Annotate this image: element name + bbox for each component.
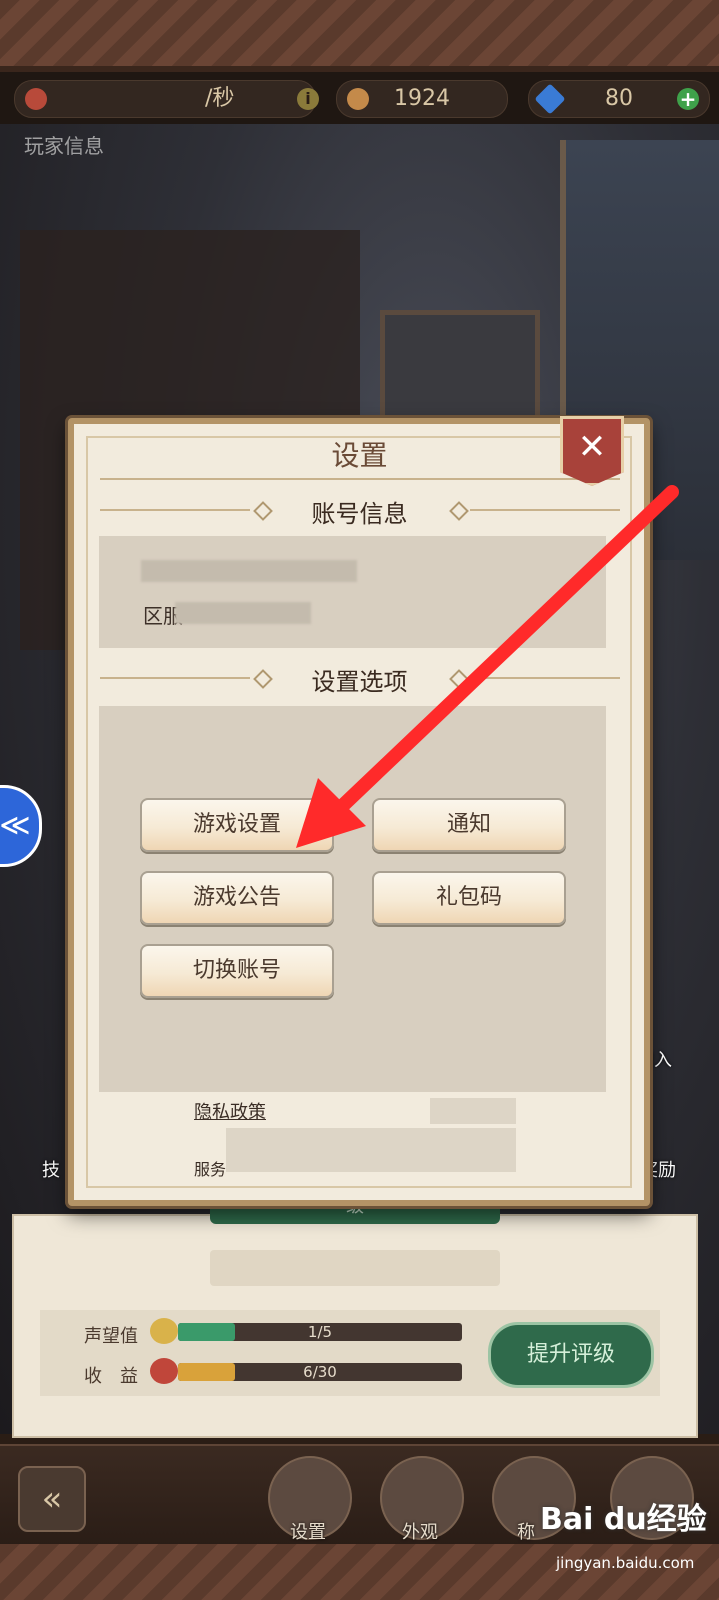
shop-name-box (210, 1250, 500, 1286)
skill-label[interactable]: 技 (42, 1156, 60, 1182)
divider-line (470, 509, 620, 511)
upgrade-rating-button[interactable]: 提升评级 (488, 1322, 654, 1388)
gift-code-button[interactable]: 礼包码 (372, 871, 566, 925)
income-bar: 6/30 (178, 1363, 462, 1381)
gems-value: 80 (605, 86, 633, 111)
coins-pill: 1924 (336, 80, 508, 118)
reputation-value: 1/5 (307, 1323, 333, 1341)
income-rate: /秒 (205, 86, 235, 111)
income-house-icon (150, 1358, 178, 1384)
redacted-version (226, 1128, 516, 1172)
title-divider (100, 478, 620, 480)
divider-line (470, 677, 620, 679)
privacy-policy-link[interactable]: 隐私政策 (194, 1098, 266, 1124)
bottom-wood-frame (0, 1544, 719, 1600)
reputation-icon (150, 1318, 178, 1344)
gem-icon (534, 83, 566, 115)
back-button[interactable]: « (18, 1466, 86, 1532)
appearance-nav-label[interactable]: 外观 (380, 1518, 460, 1544)
coin-icon (347, 88, 369, 110)
painting-decoration (380, 310, 540, 430)
reputation-bar: 1/5 (178, 1323, 462, 1341)
baidu-watermark: Bai du经验 (540, 1502, 707, 1537)
top-wood-frame (0, 0, 719, 72)
add-gems-icon[interactable]: + (677, 88, 699, 110)
resource-bar: /秒 i 1924 80 + (0, 72, 719, 124)
income-pill: /秒 i (14, 80, 319, 118)
reputation-label: 声望值 (84, 1326, 138, 1347)
redacted-server (175, 602, 311, 624)
announcement-button[interactable]: 游戏公告 (140, 871, 334, 925)
redacted-info (430, 1098, 516, 1124)
settings-nav-label[interactable]: 设置 (268, 1518, 348, 1544)
notification-button[interactable]: 通知 (372, 798, 566, 852)
income-label: 收 益 (84, 1366, 138, 1387)
coins-value: 1924 (394, 86, 450, 111)
baidu-watermark-url: jingyan.baidu.com (556, 1554, 695, 1572)
game-settings-button[interactable]: 游戏设置 (140, 798, 334, 852)
switch-account-button[interactable]: 切换账号 (140, 944, 334, 998)
gems-pill: 80 + (528, 80, 710, 118)
close-button[interactable]: ✕ (560, 416, 624, 486)
income-icon (25, 88, 47, 110)
income-value: 6/30 (303, 1363, 337, 1381)
info-icon[interactable]: i (297, 88, 319, 110)
redacted-account-id (141, 560, 357, 582)
options-section-title: 设置选项 (311, 668, 408, 696)
player-info-label[interactable]: 玩家信息 (24, 130, 104, 159)
account-section-title: 账号信息 (311, 500, 408, 528)
server-info-label: 服务 (194, 1160, 227, 1179)
account-info-box: 区服 (99, 536, 606, 648)
